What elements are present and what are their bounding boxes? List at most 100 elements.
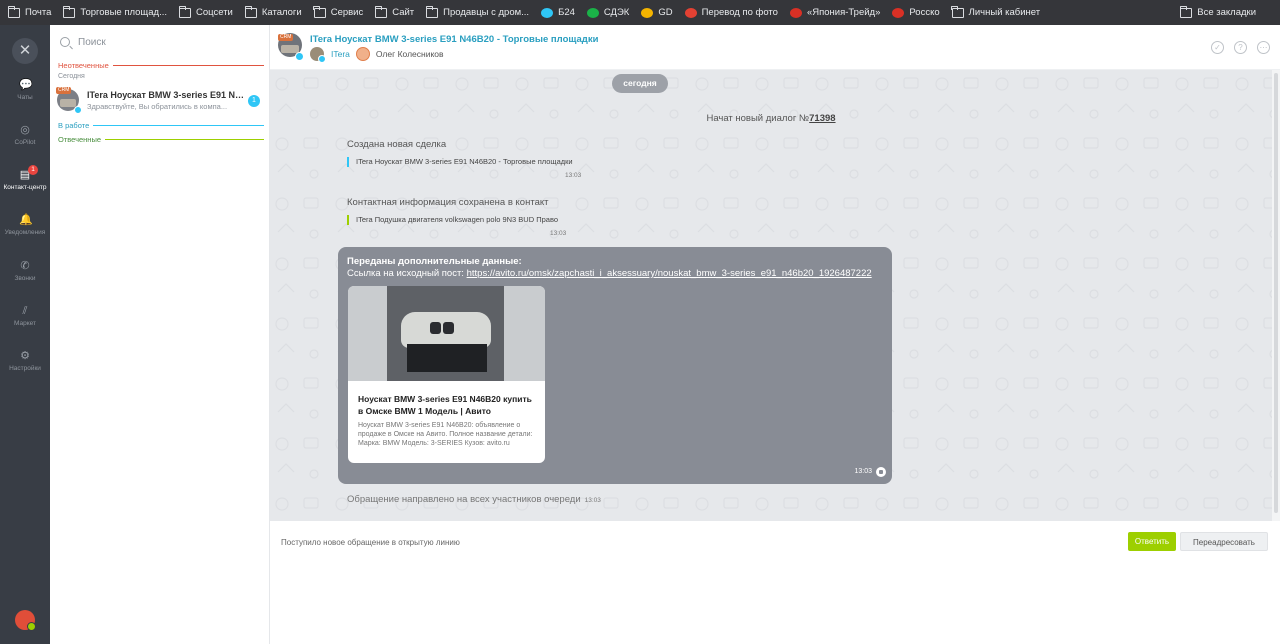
bell-icon: 🔔 [19, 214, 33, 226]
preview-description: Ноускат BMW 3-series E91 N46B20: объявле… [358, 422, 533, 447]
bookmark-service[interactable]: Сервис [313, 5, 363, 18]
user-avatar[interactable] [15, 610, 36, 631]
message-time: 13:03 [565, 172, 582, 179]
message-feed: сегодня Начат новый диалог №71398 Создан… [270, 70, 1272, 521]
group-today: Сегодня [58, 73, 85, 80]
bookmark-catalogs[interactable]: Каталоги [244, 5, 302, 18]
folder-icon [951, 5, 964, 18]
gear-icon: ⚙ [20, 350, 30, 362]
forward-button[interactable]: Переадресовать [1180, 532, 1268, 551]
message-bubble: Переданы дополнительные данные: Ссылка н… [338, 247, 892, 484]
conversation-list: Поиск Неотвеченные Сегодня CRM ITera Ноу… [50, 25, 270, 644]
folder-icon [7, 5, 20, 18]
folder-icon [374, 5, 388, 18]
close-icon[interactable]: ✕ [12, 38, 38, 64]
chat-members: ITera Олег Колесников [310, 47, 444, 63]
chat-header: CRM ITera Ноускат BMW 3-series E91 N46B2… [270, 25, 1280, 70]
rossko-icon [892, 7, 905, 18]
chat-icon: 💬 [19, 79, 33, 91]
folder-icon [425, 5, 439, 18]
folder-icon [313, 5, 326, 18]
folder-icon [178, 5, 191, 18]
rail-item-market[interactable]: ⫽ Маркет [0, 305, 50, 327]
preview-title: Ноускат BMW 3-series E91 N46B20 купить в… [358, 394, 532, 416]
japan-trade-icon [789, 7, 802, 18]
contact-saved-note: Контактная информация сохранена в контак… [347, 197, 549, 208]
unread-count-badge: 1 [248, 95, 260, 107]
footer-status: Поступило новое обращение в открытую лин… [281, 538, 460, 547]
rail-badge: 1 [28, 165, 38, 175]
bookmark-social[interactable]: Соцсети [178, 5, 233, 18]
section-unanswered[interactable]: Неотвеченные [58, 61, 264, 70]
bookmark-site[interactable]: Сайт [374, 5, 414, 18]
link-preview-card[interactable]: Ноускат BMW 3-series E91 N46B20 купить в… [348, 286, 545, 463]
translate-icon [684, 7, 697, 18]
chat-title[interactable]: ITera Ноускат BMW 3-series E91 N46B20 - … [310, 34, 598, 45]
dialog-number-link[interactable]: 71398 [809, 113, 835, 124]
date-divider: сегодня [612, 74, 668, 93]
scrollbar[interactable] [1272, 70, 1280, 521]
left-rail: ✕ 💬 Чаты ◎ CoPilot ▤ 1 Контакт-центр 🔔 Уведом… [0, 25, 50, 644]
message-time: 13:03 [584, 497, 601, 504]
folder-icon [1179, 5, 1193, 18]
conversation-preview: Здравствуйте, Вы обратились в компа... [87, 102, 228, 111]
bookmark-mail[interactable]: Почта [7, 5, 51, 18]
check-icon[interactable]: ✓ [1211, 41, 1224, 54]
rail-item-settings[interactable]: ⚙ Настройки [0, 350, 50, 372]
bubble-link-line: Ссылка на исходный пост: https://avito.r… [347, 268, 872, 279]
chat-panel: CRM ITera Ноускат BMW 3-series E91 N46B2… [270, 25, 1280, 644]
bookmark-account[interactable]: Личный кабинет [951, 5, 1040, 18]
reply-button[interactable]: Ответить [1128, 532, 1176, 551]
market-icon: ⫽ [22, 305, 28, 317]
search-icon [60, 37, 70, 47]
routing-note: Обращение направлено на всех участников … [347, 494, 601, 505]
contact-quote[interactable]: ITera Подушка двигателя volkswagen polo … [347, 215, 558, 225]
rail-item-contact-center[interactable]: ▤ 1 Контакт-центр [0, 165, 50, 191]
member-avatar [310, 47, 326, 63]
preview-image [348, 286, 545, 381]
copilot-icon: ◎ [20, 124, 30, 136]
phone-icon: ✆ [20, 260, 30, 272]
rail-item-notifications[interactable]: 🔔 Уведомления [0, 214, 50, 236]
search-input[interactable]: Поиск [50, 25, 269, 59]
rail-item-copilot[interactable]: ◎ CoPilot [0, 124, 50, 146]
channel-icon [295, 52, 304, 61]
all-bookmarks[interactable]: Все закладки [1179, 0, 1256, 25]
bookmark-cdek[interactable]: СДЭК [586, 7, 629, 18]
crm-badge: CRM [56, 87, 72, 94]
google-drive-icon [641, 7, 654, 18]
section-answered[interactable]: Отвеченные [58, 135, 264, 144]
channel-icon [74, 106, 82, 114]
bookmark-marketplaces[interactable]: Торговые площад... [63, 5, 167, 18]
more-icon[interactable]: ⋯ [1257, 41, 1270, 54]
message-time: 13:03 [854, 468, 872, 475]
member-operator[interactable]: Олег Колесников [376, 49, 444, 59]
section-in-work[interactable]: В работе [58, 121, 264, 130]
bookmark-japan-trade[interactable]: «Япония-Трейд» [789, 7, 880, 18]
chat-footer: Поступило новое обращение в открытую лин… [270, 521, 1280, 644]
bubble-title: Переданы дополнительные данные: [347, 256, 522, 267]
folder-icon [63, 5, 76, 18]
source-post-link[interactable]: https://avito.ru/omsk/zapchasti_i_aksess… [467, 268, 872, 279]
message-status-icon [876, 467, 886, 477]
member-avatar [355, 47, 370, 61]
bookmark-gd[interactable]: GD [641, 7, 673, 18]
member-itera[interactable]: ITera [331, 49, 350, 59]
cdek-icon [586, 7, 599, 18]
deal-quote[interactable]: ITera Ноускат BMW 3-series E91 N46B20 - … [347, 157, 573, 167]
conversation-title: ITera Ноускат BMW 3-series E91 N4... [87, 90, 247, 100]
b24-icon [541, 7, 554, 18]
bookmark-sellers[interactable]: Продавцы с дром... [425, 5, 529, 18]
list-item[interactable]: CRM ITera Ноускат BMW 3-series E91 N4...… [50, 87, 269, 119]
crm-badge: CRM [278, 34, 294, 41]
folder-icon [244, 5, 257, 18]
help-icon[interactable]: ? [1234, 41, 1247, 54]
rail-item-chats[interactable]: 💬 Чаты [0, 79, 50, 101]
deal-created-note: Создана новая сделка [347, 139, 447, 150]
bookmark-rossko[interactable]: Росско [892, 7, 940, 18]
rail-item-calls[interactable]: ✆ Звонки [0, 260, 50, 282]
message-time: 13:03 [550, 230, 567, 237]
bookmark-b24[interactable]: Б24 [541, 7, 575, 18]
bookmark-photo-translate[interactable]: Перевод по фото [684, 7, 778, 18]
bookmarks-bar: Почта Торговые площад... Соцсети Каталог… [0, 0, 1280, 25]
